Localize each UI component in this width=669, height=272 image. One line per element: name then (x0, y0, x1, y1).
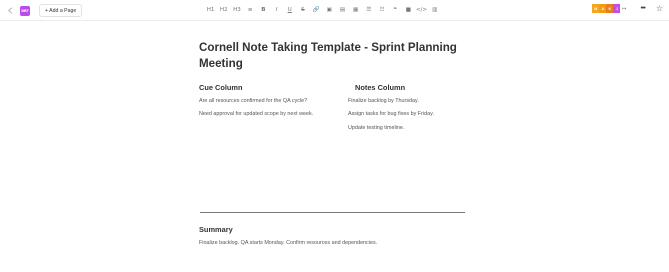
paragraph-button[interactable]: ≡ (244, 5, 257, 15)
link-button[interactable]: 🔗 (310, 5, 323, 15)
notes-column-heading[interactable]: Notes Column (348, 83, 473, 94)
cue-column-heading[interactable]: Cue Column (199, 83, 344, 94)
format-toolbar: H1 H2 H3 ≡ B I U S 🔗 ▣ ▤ ▦ ☰ ☷ ❝ ■ </> ▥ (204, 5, 441, 15)
add-page-button[interactable]: + Add a Page (39, 4, 83, 17)
summary-divider (200, 212, 465, 213)
summary-heading[interactable]: Summary (199, 225, 233, 234)
editor-toolbar: DRF + Add a Page H1 H2 H3 ≡ B I U S 🔗 ▣ ▤ ▦ ☰ ☷ ❝ ■ </> ▥… (0, 0, 669, 21)
more-format-button[interactable]: ▥ (428, 5, 441, 15)
document-badge[interactable]: DRF (20, 5, 30, 16)
favorite-star-icon[interactable]: ☆ (656, 4, 663, 13)
avatar[interactable]: M (592, 4, 600, 13)
numbered-list-button[interactable]: ☷ (375, 5, 388, 15)
heading-3-button[interactable]: H3 (230, 5, 243, 15)
strikethrough-button[interactable]: S (296, 5, 309, 15)
bullet-list-button[interactable]: ☰ (362, 5, 375, 15)
italic-button[interactable]: I (270, 5, 283, 15)
cue-item[interactable]: Are all resources confirmed for the QA c… (199, 98, 344, 111)
collaborator-avatars[interactable]: MAKJ (592, 4, 621, 13)
document-page: Cornell Note Taking Template - Sprint Pl… (199, 40, 465, 71)
notes-item[interactable]: Finalize backlog by Thursday. (348, 98, 473, 111)
heading-2-button[interactable]: H2 (217, 5, 230, 15)
bold-button[interactable]: B (257, 5, 270, 15)
notes-item[interactable]: Assign tasks for bug fixes by Friday. (348, 111, 473, 124)
notes-column: Notes Column Finalize backlog by Thursda… (348, 83, 473, 138)
back-arrow-icon[interactable] (4, 5, 16, 17)
video-button[interactable]: ▤ (336, 5, 349, 15)
underline-button[interactable]: U (283, 5, 296, 15)
toolbar-left: DRF + Add a Page (4, 4, 83, 17)
avatar[interactable]: J (613, 4, 621, 13)
cue-item[interactable]: Need approval for updated scope by next … (199, 111, 344, 124)
table-button[interactable]: ▦ (349, 5, 362, 15)
heading-1-button[interactable]: H1 (204, 5, 217, 15)
quote-button[interactable]: ❝ (389, 5, 402, 15)
avatar[interactable]: A (599, 4, 607, 13)
toolbar-right: MAKJ ↦ ••• ☆ (592, 4, 663, 13)
avatar[interactable]: K (606, 4, 614, 13)
embed-button[interactable]: ■ (402, 5, 415, 15)
code-button[interactable]: </> (415, 5, 428, 15)
arrow-left-icon (7, 7, 12, 14)
page-title[interactable]: Cornell Note Taking Template - Sprint Pl… (199, 40, 465, 71)
notes-item[interactable]: Update testing timeline. (348, 125, 473, 138)
more-options-button[interactable]: ••• (640, 5, 645, 12)
share-arrow-icon[interactable]: ↦ (622, 6, 626, 12)
image-button[interactable]: ▣ (323, 5, 336, 15)
summary-text[interactable]: Finalize backlog. QA starts Monday. Conf… (199, 240, 377, 246)
cue-column: Cue Column Are all resources confirmed f… (199, 83, 344, 125)
